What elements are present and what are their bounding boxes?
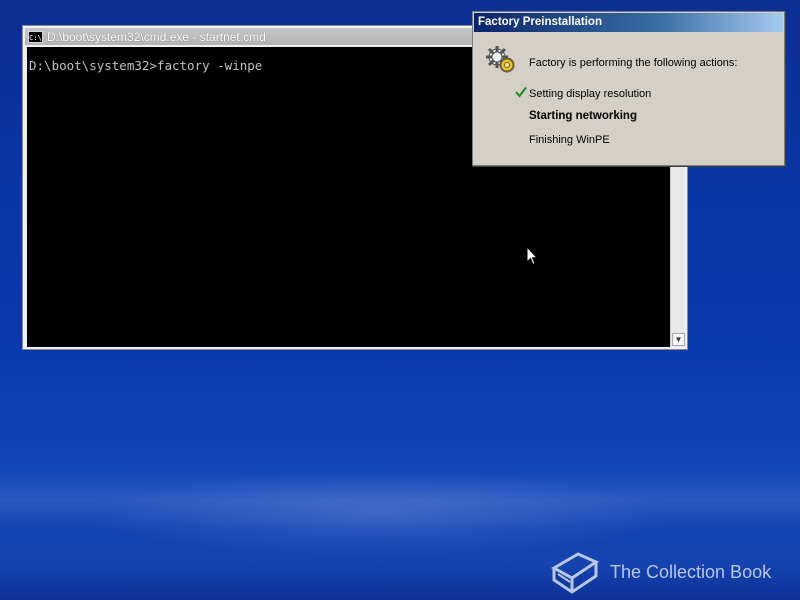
- cmd-line: D:\boot\system32>factory -winpe: [29, 58, 263, 73]
- gears-icon: [486, 46, 515, 73]
- cmd-icon: C:\: [28, 30, 43, 43]
- dialog-header: Factory is performing the following acti…: [529, 57, 738, 69]
- watermark-text: The Collection Book: [610, 561, 772, 582]
- step-finishing-winpe: Finishing WinPE: [529, 134, 610, 146]
- step-display-resolution: Setting display resolution: [529, 88, 652, 100]
- step-networking: Starting networking: [529, 110, 637, 122]
- mouse-cursor-icon: [526, 246, 538, 266]
- cmd-title: D:\boot\system32\cmd.exe - startnet.cmd: [47, 29, 266, 44]
- factory-dialog[interactable]: Factory Preinstallation Factory is perfo…: [472, 11, 785, 166]
- scroll-down-arrow-icon[interactable]: ▼: [672, 333, 685, 346]
- check-icon: [515, 86, 527, 98]
- book-icon: [550, 552, 600, 594]
- dialog-title: Factory Preinstallation: [474, 13, 783, 32]
- watermark: The Collection Book: [548, 550, 771, 594]
